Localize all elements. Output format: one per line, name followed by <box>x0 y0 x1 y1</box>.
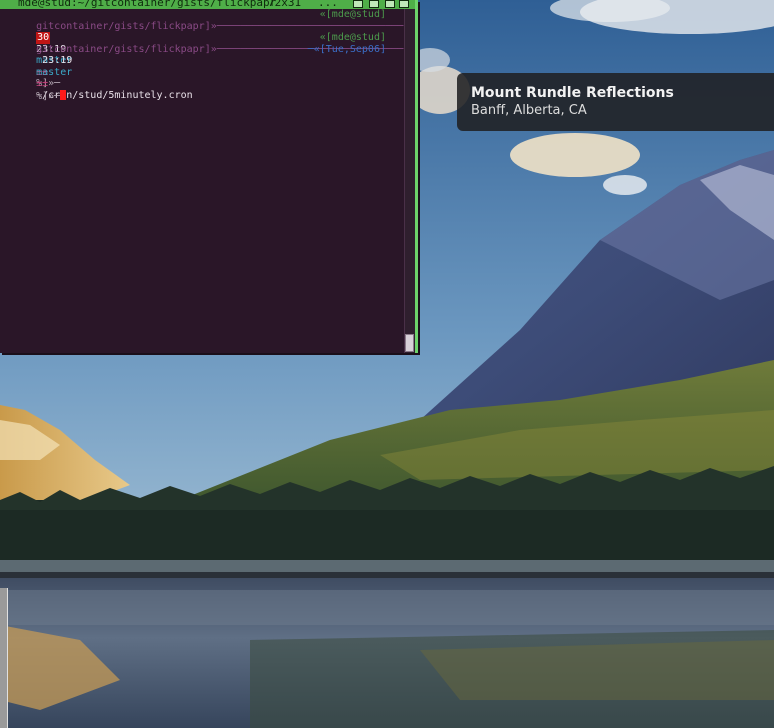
shade-button[interactable] <box>385 0 395 8</box>
prompt-host: «[mde@stud] <box>319 32 386 43</box>
git-status-flags: ±± <box>36 78 49 89</box>
photo-location: Banff, Alberta, CA <box>471 103 587 118</box>
window-edge-handle[interactable] <box>0 588 8 728</box>
photo-info-overlay: Mount Rundle Reflections Banff, Alberta,… <box>457 73 774 131</box>
prompt-line-2: 30 23:19 master ±± %]»─ ~/cron/stud/5min… <box>0 21 404 101</box>
terminal-title-extra: ... <box>318 0 338 9</box>
scrollbar-thumb[interactable] <box>405 334 414 352</box>
photo-title: Mount Rundle Reflections <box>471 85 674 101</box>
minimize-button[interactable] <box>353 0 363 8</box>
terminal-titlebar[interactable]: mde@stud:~/gitcontainer/gists/flickpapr … <box>0 0 415 9</box>
terminal-scrollbar[interactable] <box>404 9 415 353</box>
prompt-line-3: gitcontainer/gists/flickpapr]»──────────… <box>0 32 404 55</box>
terminal-output[interactable]: gitcontainer/gists/flickpapr]»──────────… <box>0 9 404 102</box>
prompt-line-1: gitcontainer/gists/flickpapr]»──────────… <box>0 9 404 32</box>
terminal-cursor <box>60 89 67 100</box>
close-button[interactable] <box>399 0 409 8</box>
maximize-button[interactable] <box>369 0 379 8</box>
prompt-line-4: 23:19 master ±± %]»─ ─«[Tue,Sep06] <box>0 43 404 102</box>
prompt-symbol: %]»─ <box>36 90 61 102</box>
prompt-date: ─«[Tue,Sep06] <box>307 43 386 55</box>
terminal-size: 72x31 <box>268 0 302 9</box>
prompt-host: «[mde@stud] <box>319 9 386 20</box>
terminal-title: mde@stud:~/gitcontainer/gists/flickpapr <box>18 0 277 9</box>
terminal-window[interactable]: mde@stud:~/gitcontainer/gists/flickpapr … <box>0 0 418 353</box>
git-branch: master <box>36 66 73 78</box>
prompt-clock: 23:19 <box>42 55 73 66</box>
